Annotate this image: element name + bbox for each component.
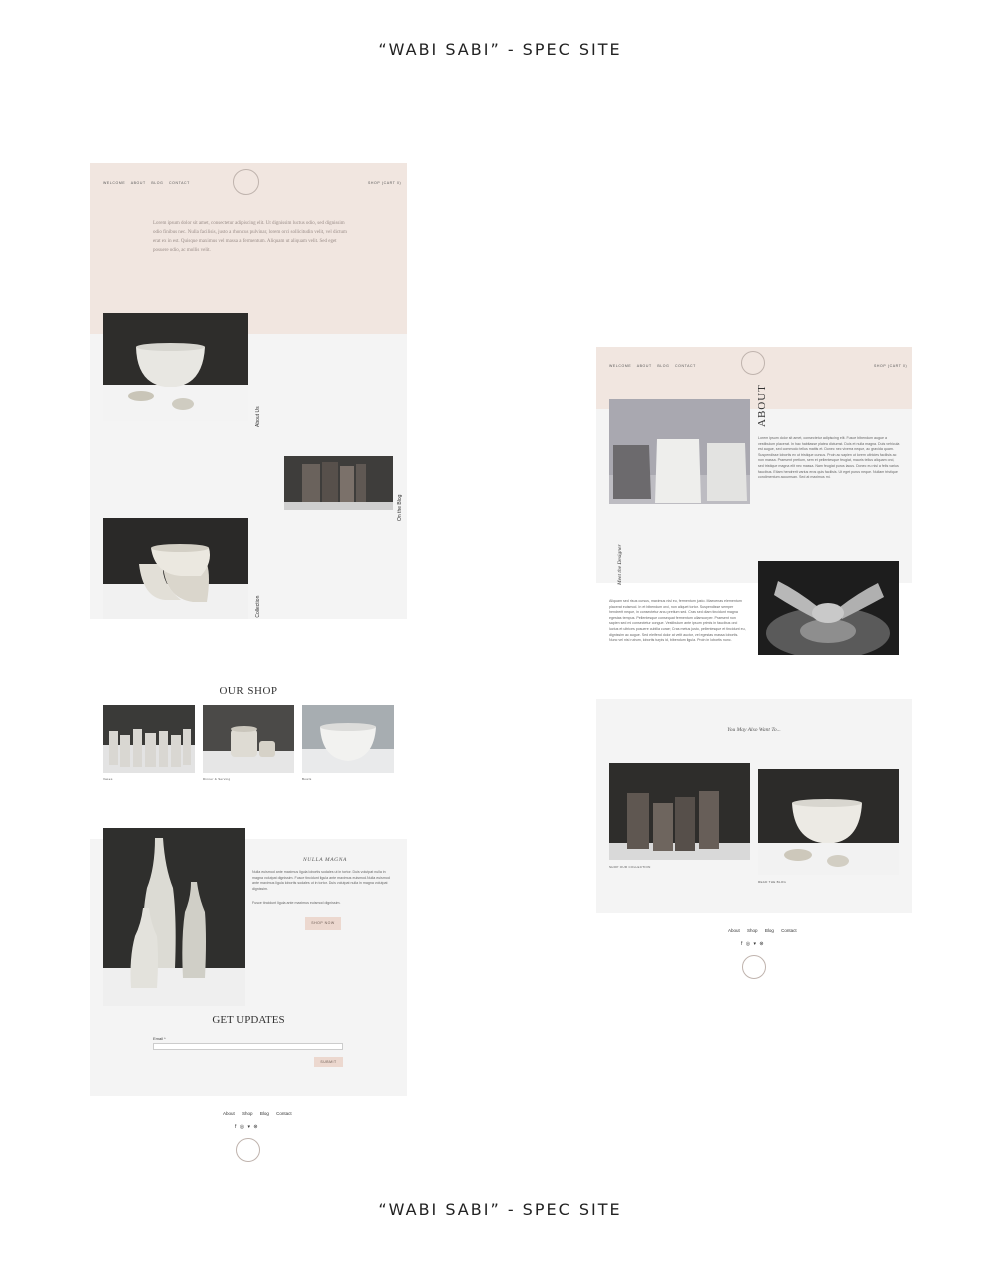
feature-heading: NULLA MAGNA <box>303 857 347 863</box>
shop-item-bowls-caption[interactable]: Bowls <box>302 777 312 781</box>
photo-hands-wheel[interactable] <box>758 561 899 655</box>
about-heading: ABOUT <box>756 384 768 427</box>
about-footer-links: About Shop Blog Contact <box>725 928 800 933</box>
email-label: Email * <box>153 1036 166 1041</box>
about-footer-about[interactable]: About <box>728 928 740 933</box>
home-footer-links: About Shop Blog Contact <box>220 1111 295 1116</box>
feature-paragraph-1: Nulla euismod ante maximus ligula lobort… <box>252 870 390 891</box>
about-body: Lorem ipsum dolor sit amet, consectetur … <box>758 436 900 480</box>
shop-item-dinner[interactable] <box>203 705 294 773</box>
about-footer-contact[interactable]: Contact <box>781 928 797 933</box>
document-title-top: “WABI SABI” - SPEC SITE <box>378 40 622 59</box>
shop-now-button[interactable]: SHOP NOW <box>305 917 341 930</box>
nav-shop-cart[interactable]: SHOP (CART 0) <box>368 181 401 185</box>
footer-link-blog[interactable]: Blog <box>260 1111 269 1116</box>
about-social-icons[interactable]: f ◎ ▾ ⊛ <box>741 941 765 947</box>
about-footer-shop[interactable]: Shop <box>747 928 758 933</box>
nav-link-about[interactable]: ABOUT <box>131 181 146 185</box>
also-mockup: You May Also Want To... SHOP OUR COLLECT… <box>596 699 912 913</box>
nav-link-blog[interactable]: BLOG <box>151 181 163 185</box>
home-footer-badge <box>236 1138 260 1162</box>
get-updates-heading: GET UPDATES <box>212 1014 285 1026</box>
photo-stacked-bowls[interactable] <box>103 518 248 626</box>
about-footer-blog[interactable]: Blog <box>765 928 774 933</box>
photo-also-bowls[interactable] <box>758 769 899 875</box>
submit-button[interactable]: SUBMIT <box>314 1057 343 1067</box>
home-social-icons[interactable]: f ◎ ▾ ⊛ <box>235 1124 259 1130</box>
email-input[interactable] <box>153 1043 343 1050</box>
shop-item-vases-caption[interactable]: Vases <box>103 777 113 781</box>
about-nav-blog[interactable]: BLOG <box>657 364 669 368</box>
home-intro-text: Lorem ipsum dolor sit amet, consectetur … <box>153 221 347 253</box>
shop-item-bowls[interactable] <box>302 705 394 773</box>
footer-link-about[interactable]: About <box>223 1111 235 1116</box>
caption-shop-collection[interactable]: SHOP OUR COLLECTION <box>609 865 651 869</box>
caption-read-blog[interactable]: READ THE BLOG <box>758 880 786 884</box>
about-shop-cart[interactable]: SHOP (CART 0) <box>874 364 907 368</box>
document-title-bottom: “WABI SABI” - SPEC SITE <box>378 1200 622 1219</box>
about-nav-contact[interactable]: CONTACT <box>675 364 696 368</box>
photo-bottles[interactable] <box>103 828 245 1006</box>
footer-link-contact[interactable]: Contact <box>276 1111 292 1116</box>
meet-designer-label: Meet the Designer <box>617 544 623 585</box>
about-mockup: WELCOME ABOUT BLOG CONTACT SHOP (CART 0)… <box>596 347 912 657</box>
about-nav: WELCOME ABOUT BLOG CONTACT <box>609 364 700 368</box>
home-nav: WELCOME ABOUT BLOG CONTACT <box>103 181 194 185</box>
photo-vases-blog[interactable] <box>284 456 393 510</box>
photo-bowls[interactable] <box>103 313 248 421</box>
footer-link-shop[interactable]: Shop <box>242 1111 253 1116</box>
nav-link-contact[interactable]: CONTACT <box>169 181 190 185</box>
nav-link-welcome[interactable]: WELCOME <box>103 181 125 185</box>
our-shop-heading: OUR SHOP <box>219 685 278 697</box>
shop-item-vases[interactable] <box>103 705 195 773</box>
photo-also-vases[interactable] <box>609 763 750 860</box>
about-nav-about[interactable]: ABOUT <box>637 364 652 368</box>
home-mockup: WELCOME ABOUT BLOG CONTACT SHOP (CART 0)… <box>90 163 407 1096</box>
designer-body: Aliquam sed risus cursus, maximus nisl e… <box>609 599 746 643</box>
label-about-us[interactable]: About Us <box>255 406 261 427</box>
shop-item-dinner-caption[interactable]: Dinner & Serving <box>203 777 230 781</box>
about-logo[interactable] <box>741 351 765 375</box>
home-logo[interactable] <box>233 169 259 195</box>
about-nav-welcome[interactable]: WELCOME <box>609 364 631 368</box>
label-on-the-blog[interactable]: On the Blog <box>397 495 403 521</box>
also-heading: You May Also Want To... <box>727 727 781 733</box>
photo-pitchers[interactable] <box>609 399 750 504</box>
feature-paragraph-2: Fusce tincidunt ligula ante maximus euis… <box>252 901 341 905</box>
about-footer-badge <box>742 955 766 979</box>
